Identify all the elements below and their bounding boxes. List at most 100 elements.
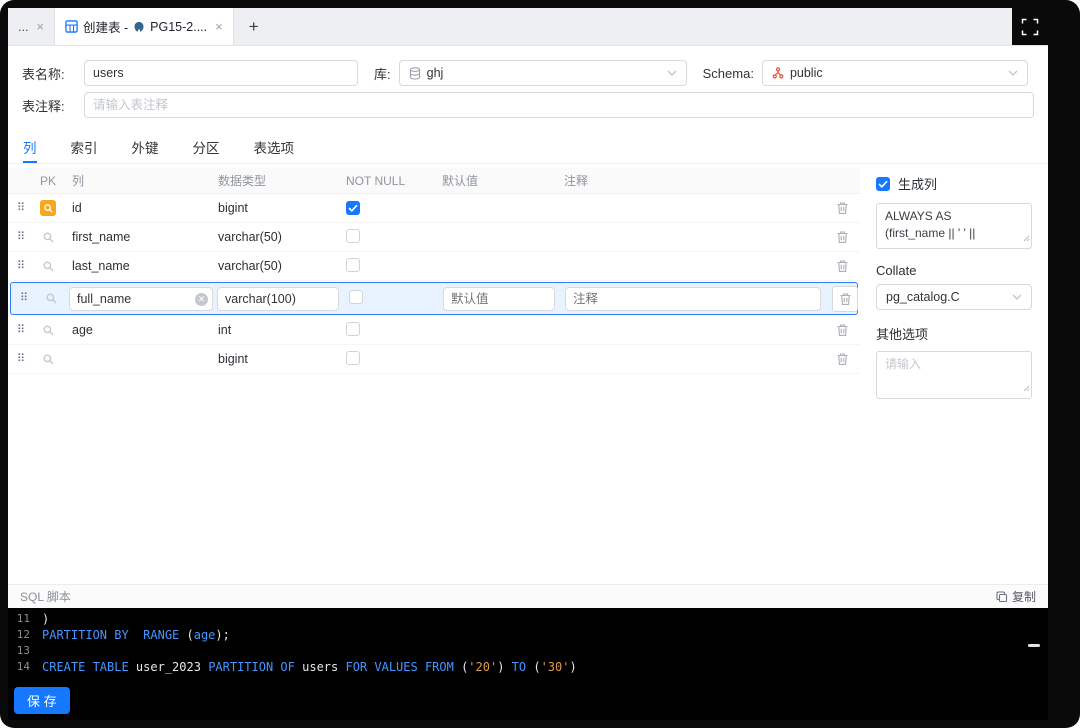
postgres-icon (133, 21, 145, 33)
primary-key-icon[interactable] (42, 260, 55, 273)
tab-columns[interactable]: 列 (23, 132, 37, 163)
primary-key-icon[interactable] (45, 292, 58, 305)
fullscreen-icon[interactable] (1020, 17, 1040, 37)
close-icon[interactable]: × (36, 19, 44, 34)
drag-handle-icon[interactable]: ⠿ (17, 353, 25, 365)
header-name: 列 (72, 174, 85, 188)
not-null-checkbox[interactable] (346, 201, 360, 215)
resize-handle-icon[interactable] (1023, 229, 1030, 247)
database-label: 库: (374, 66, 391, 82)
primary-key-icon[interactable] (42, 353, 55, 366)
column-row-empty[interactable]: ⠿ bigint (8, 345, 860, 374)
column-type[interactable]: bigint (212, 352, 342, 366)
not-null-checkbox[interactable] (346, 228, 360, 243)
delete-row-icon[interactable] (836, 352, 849, 366)
column-name[interactable]: age (62, 323, 212, 337)
save-button[interactable]: 保 存 (14, 687, 70, 714)
schema-label: Schema: (702, 65, 754, 81)
chevron-down-icon (667, 70, 677, 76)
drag-handle-icon[interactable]: ⠿ (17, 324, 25, 336)
columns-grid: PK 列 数据类型 NOT NULL 默认值 注释 ⠿ id bigint ⠿ … (8, 164, 860, 584)
column-name[interactable]: last_name (62, 259, 212, 273)
database-icon (409, 66, 421, 80)
drag-handle-icon[interactable]: ⠿ (17, 260, 25, 272)
table-comment-input[interactable] (84, 92, 1034, 118)
collate-select[interactable]: pg_catalog.C (876, 284, 1032, 310)
schema-select[interactable]: public (761, 60, 1028, 86)
collate-select-value: pg_catalog.C (886, 290, 960, 304)
clear-icon[interactable]: ✕ (195, 292, 208, 306)
column-name-input[interactable] (69, 286, 213, 311)
sql-script-header: SQL 脚本 复制 (8, 584, 1048, 608)
column-type[interactable]: bigint (212, 201, 342, 215)
drag-handle-icon[interactable]: ⠿ (20, 293, 28, 304)
delete-row-icon[interactable] (836, 259, 849, 273)
collate-label: Collate (876, 263, 917, 278)
other-options-label: 其他选项 (876, 327, 929, 342)
column-row-full-name-selected[interactable]: ⠿ ✕ (10, 282, 858, 315)
header-not-null: NOT NULL (346, 173, 406, 188)
close-icon[interactable]: × (215, 19, 223, 34)
sql-script-title: SQL 脚本 (20, 590, 71, 604)
not-null-checkbox[interactable] (346, 257, 360, 272)
primary-key-icon[interactable] (42, 231, 55, 244)
column-comment-input[interactable] (565, 286, 821, 311)
create-table-window: ... × 创建表 - PG15-2.... × + 表名称: users 库:… (8, 8, 1048, 720)
delete-row-icon[interactable] (836, 323, 849, 337)
tab-label: PG15-2.... (150, 19, 208, 34)
column-name[interactable]: first_name (62, 230, 212, 244)
chevron-down-icon (1008, 70, 1018, 76)
drag-handle-icon[interactable]: ⠿ (17, 231, 25, 243)
table-meta-form: 表名称: 库: ghj Schema: pub (8, 46, 1048, 132)
not-null-checkbox[interactable] (346, 321, 360, 336)
tab-partitions[interactable]: 分区 (193, 132, 220, 163)
table-comment-label: 表注释: (22, 98, 65, 114)
resize-handle-icon[interactable] (1023, 379, 1030, 397)
column-name[interactable]: id (62, 201, 212, 215)
column-type[interactable]: int (212, 323, 342, 337)
copy-label: 复制 (1011, 590, 1036, 604)
column-row-first-name[interactable]: ⠿ first_name varchar(50) (8, 223, 860, 252)
tab-table-options[interactable]: 表选项 (254, 132, 295, 163)
primary-key-icon[interactable] (42, 324, 55, 337)
tab-foreign-keys[interactable]: 外键 (132, 132, 159, 163)
not-null-checkbox[interactable] (349, 290, 363, 304)
window-corner (1012, 8, 1048, 45)
tab-label: ... (18, 19, 29, 34)
generated-column-checkbox[interactable] (876, 176, 890, 191)
drag-handle-icon[interactable]: ⠿ (17, 202, 25, 214)
header-comment: 注释 (564, 174, 589, 188)
header-type: 数据类型 (218, 174, 267, 188)
table-name-label: 表名称: (22, 66, 65, 82)
column-default-input[interactable] (443, 286, 555, 311)
primary-key-icon[interactable] (40, 200, 56, 216)
tab-create-table[interactable]: 创建表 - PG15-2.... × (55, 8, 234, 45)
section-tabs: 列 索引 外键 分区 表选项 (8, 132, 1048, 164)
sql-code-lines: 11) 12 PARTITION BY RANGE (age); 13 14 CREATE… (16, 612, 577, 674)
other-options-input[interactable] (876, 351, 1032, 399)
delete-row-icon[interactable] (836, 201, 849, 215)
tab-indexes[interactable]: 索引 (71, 132, 98, 163)
generated-expression-input[interactable]: ALWAYS AS (first_name || ' ' || (876, 203, 1032, 249)
scrollbar-thumb[interactable] (1028, 644, 1040, 647)
new-tab-button[interactable]: + (234, 8, 274, 45)
delete-row-icon[interactable] (836, 230, 849, 244)
column-row-id[interactable]: ⠿ id bigint (8, 194, 860, 223)
copy-button[interactable]: 复制 (996, 588, 1036, 605)
database-select[interactable]: ghj (398, 60, 687, 86)
column-row-age[interactable]: ⠿ age int (8, 316, 860, 345)
column-type[interactable]: varchar(50) (212, 259, 342, 273)
tab-bar: ... × 创建表 - PG15-2.... × + (8, 8, 1048, 46)
column-type-input[interactable] (217, 286, 339, 311)
table-icon (65, 20, 78, 33)
footer-bar: 保 存 (8, 680, 1048, 720)
column-type[interactable]: varchar(50) (212, 230, 342, 244)
app-frame: ... × 创建表 - PG15-2.... × + 表名称: users 库:… (0, 0, 1080, 728)
tab-partial[interactable]: ... × (8, 8, 56, 45)
column-row-last-name[interactable]: ⠿ last_name varchar(50) (8, 252, 860, 281)
not-null-checkbox[interactable] (346, 350, 360, 365)
delete-row-button[interactable] (832, 285, 858, 312)
table-name-input[interactable] (84, 60, 358, 86)
database-select-value: ghj (426, 66, 444, 80)
tabbar-spacer (274, 8, 1012, 45)
